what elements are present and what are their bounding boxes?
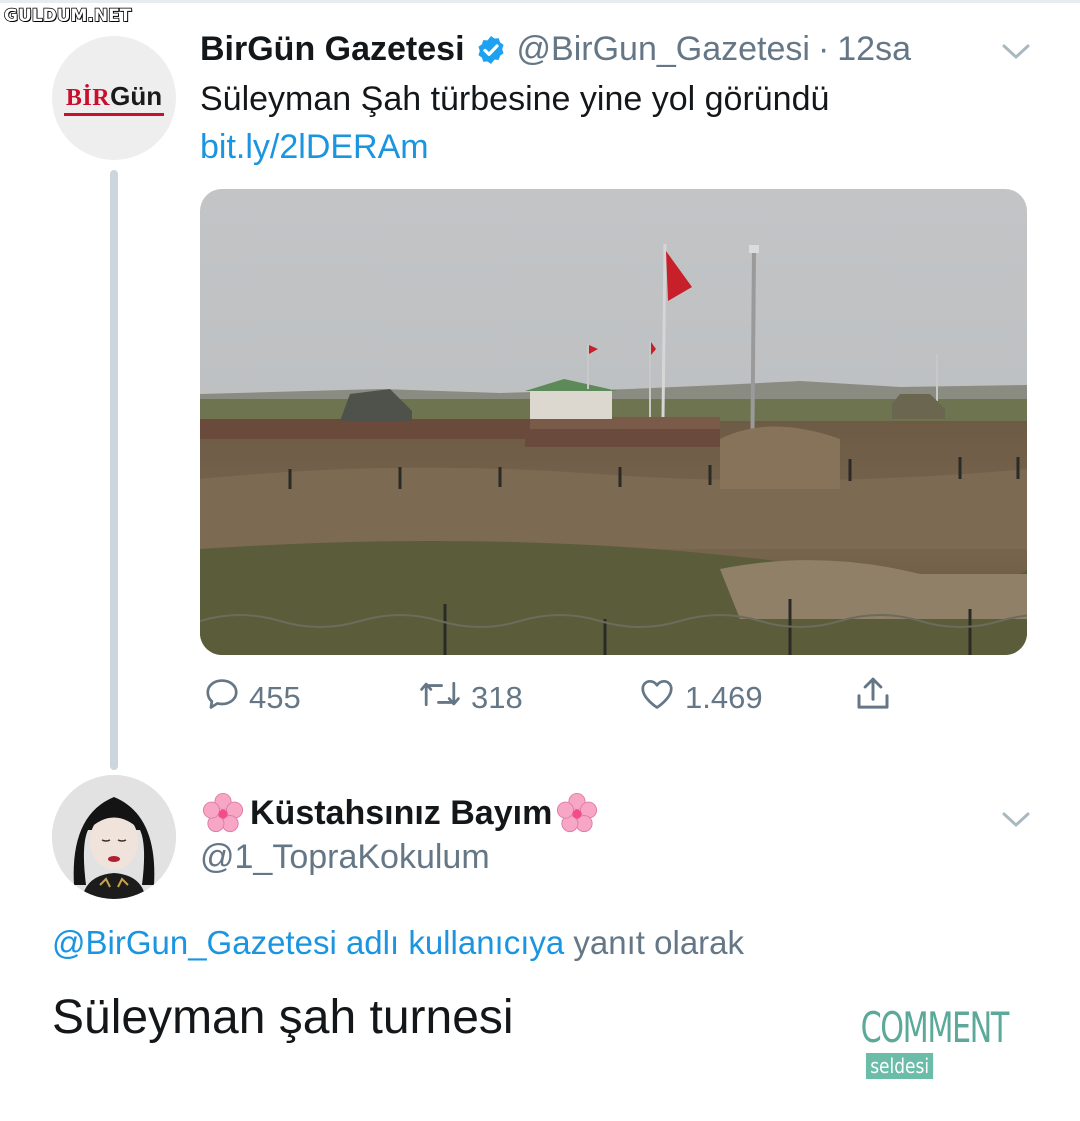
verified-badge-icon bbox=[475, 34, 507, 66]
reply-author-name[interactable]: Küstahsınız Bayım bbox=[250, 794, 552, 833]
logo-part-gun: Gün bbox=[110, 80, 163, 111]
author-handle[interactable]: @BirGun_Gazetesi bbox=[517, 30, 810, 69]
share-icon bbox=[852, 673, 894, 723]
chevron-down-icon[interactable] bbox=[1000, 808, 1032, 837]
retweet-action-button[interactable]: 318 bbox=[417, 676, 523, 720]
tweet-photo[interactable] bbox=[200, 189, 1027, 655]
user-avatar[interactable] bbox=[52, 775, 176, 899]
tweet-text: Süleyman Şah türbesine yine yol göründü bbox=[200, 80, 830, 118]
reply-action-button[interactable]: 455 bbox=[203, 676, 301, 720]
tweet-time[interactable]: 12sa bbox=[837, 30, 911, 69]
comment-icon bbox=[203, 675, 241, 721]
heart-icon bbox=[637, 675, 677, 721]
site-watermark: GULDUM.NET bbox=[3, 5, 132, 27]
retweet-icon bbox=[417, 675, 463, 721]
comment-seldesi-logo: COMMENT seldesi bbox=[832, 1005, 1009, 1079]
share-action-button[interactable] bbox=[852, 676, 894, 720]
header-separator: · bbox=[817, 30, 830, 68]
cherry-blossom-icon bbox=[200, 790, 246, 836]
replying-to-suffix: yanıt olarak bbox=[573, 924, 745, 961]
reply-text: Süleyman şah turnesi bbox=[52, 991, 514, 1044]
logo-part-bir: BİR bbox=[65, 84, 111, 111]
logo-underline bbox=[64, 112, 164, 116]
tweet-link[interactable]: bit.ly/2lDERAm bbox=[200, 128, 429, 167]
cherry-blossom-icon bbox=[554, 790, 600, 836]
thread-line bbox=[110, 170, 118, 770]
like-action-button[interactable]: 1.469 bbox=[637, 676, 763, 720]
like-count: 1.469 bbox=[685, 680, 763, 715]
chevron-down-icon[interactable] bbox=[1000, 40, 1032, 69]
reply-count: 455 bbox=[249, 680, 301, 715]
tweet-header: BirGün Gazetesi @BirGun_Gazetesi · 12sa bbox=[200, 30, 911, 69]
logo-line-2: seldesi bbox=[865, 1053, 934, 1079]
reply-author-name-row: Küstahsınız Bayım bbox=[200, 790, 600, 836]
logo-line-1: COMMENT bbox=[860, 1003, 1010, 1052]
retweet-count: 318 bbox=[471, 680, 523, 715]
author-name[interactable]: BirGün Gazetesi bbox=[200, 30, 465, 69]
replying-to-mention[interactable]: @BirGun_Gazetesi adlı kullanıcıya bbox=[52, 924, 564, 961]
replying-to: @BirGun_Gazetesi adlı kullanıcıya yanıt … bbox=[52, 924, 744, 962]
reply-author-handle[interactable]: @1_TopraKokulum bbox=[200, 838, 490, 877]
birgun-logo: BİR Gün bbox=[64, 81, 164, 116]
birgun-avatar[interactable]: BİR Gün bbox=[52, 36, 176, 160]
top-divider bbox=[0, 0, 1080, 3]
